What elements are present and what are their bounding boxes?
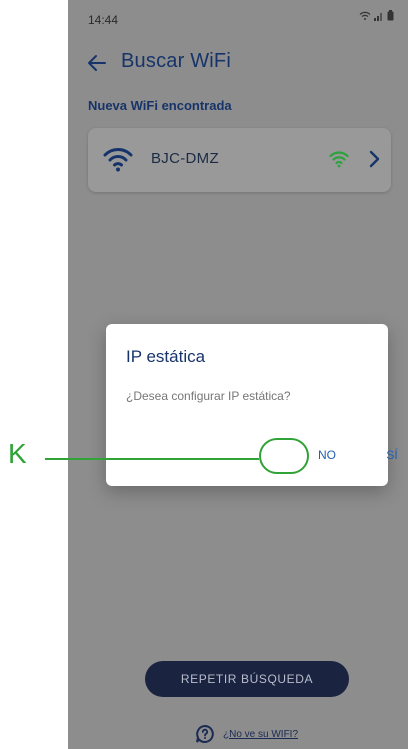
arrow-left-icon[interactable] <box>86 52 108 74</box>
annotation-highlight <box>259 438 309 474</box>
battery-icon <box>387 10 394 21</box>
help-link-label: ¿No ve su WIFI? <box>223 728 299 740</box>
chevron-right-icon <box>369 150 380 168</box>
status-icons <box>359 10 394 21</box>
repeat-search-button[interactable]: REPETIR BÚSQUEDA <box>145 661 349 697</box>
dialog-title: IP estática <box>126 347 206 366</box>
wifi-signal-icon <box>329 151 349 168</box>
help-chat-icon <box>196 724 214 743</box>
static-ip-dialog: IP estática ¿Desea configurar IP estátic… <box>106 324 398 486</box>
app-bar: Buscar WiFi <box>68 46 408 80</box>
section-label: Nueva WiFi encontrada <box>88 98 232 113</box>
annotation-line <box>45 458 259 460</box>
status-bar: 14:44 <box>68 0 408 36</box>
no-button[interactable]: NO <box>309 440 345 470</box>
phone-screen: 14:44 Buscar WiFi Nueva WiFi encontrada <box>68 0 408 749</box>
page-title: Buscar WiFi <box>121 50 231 72</box>
yes-button[interactable]: SÍ <box>374 440 408 470</box>
wifi-icon <box>103 148 133 172</box>
wifi-status-icon <box>359 11 371 20</box>
dialog-message: ¿Desea configurar IP estática? <box>126 389 291 403</box>
cell-signal-icon <box>374 13 382 21</box>
status-time: 14:44 <box>88 13 119 27</box>
annotation-label: K <box>8 438 27 469</box>
help-link[interactable]: ¿No ve su WIFI? <box>195 724 298 744</box>
wifi-network-item[interactable]: BJC-DMZ <box>88 128 391 192</box>
network-ssid: BJC-DMZ <box>151 150 219 167</box>
